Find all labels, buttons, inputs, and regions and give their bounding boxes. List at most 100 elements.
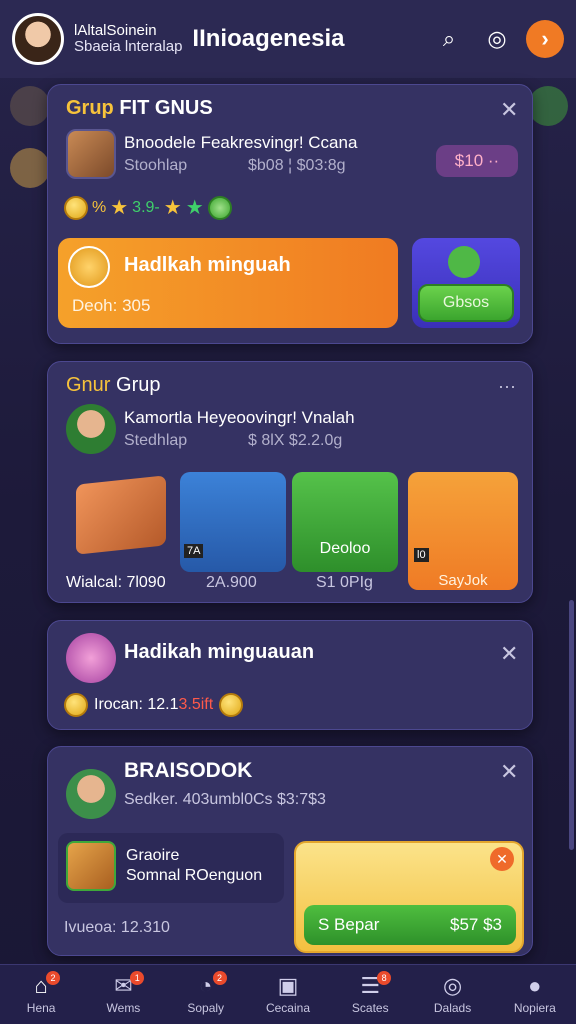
rating-value: 3.9- — [132, 198, 160, 216]
gift-icon — [66, 633, 116, 683]
rating-row: % ★ 3.9- ★ ★ — [64, 195, 232, 220]
background-avatar — [10, 86, 50, 126]
user-subtitle: Sbaeia lnteralap — [74, 38, 183, 55]
profile-icon: ● — [528, 973, 542, 998]
close-icon[interactable]: ✕ — [500, 97, 518, 123]
amount-row: Irocan: 12.1 3.5ift — [64, 693, 244, 717]
item-thumbnail — [66, 129, 116, 179]
wallet-icon: ▣ — [277, 973, 299, 998]
price-pill[interactable]: $10 ·· — [436, 145, 518, 177]
card-title-accent: Gnur — [66, 374, 111, 396]
card-title: BRAISODOK — [124, 759, 253, 782]
buy-button-label: S Bepar — [318, 915, 380, 934]
bundle-panel[interactable]: Graoire Somnal ROenguon — [58, 833, 284, 903]
nav-label: Sopaly — [187, 1001, 225, 1015]
app-title: IInioagenesia — [192, 25, 345, 52]
shop-tile[interactable]: 7A — [180, 472, 286, 572]
nav-label: Dalads — [433, 1001, 472, 1015]
tile-label: S1 0PIg — [316, 574, 373, 591]
chat-icon: ✉ — [114, 973, 133, 998]
cash-icon — [207, 195, 232, 220]
coin-stack-icon — [68, 246, 110, 288]
claim-button[interactable]: Gbsos — [418, 284, 514, 322]
tile-label: Wialcal: 7l090 — [66, 574, 166, 591]
item-price: $b08 ¦ $03:8g — [248, 157, 346, 174]
document-tile[interactable]: Deoloo — [292, 472, 398, 572]
claim-panel: Gbsos — [412, 238, 520, 328]
offer-title: Hadlkah minguah — [124, 254, 291, 276]
price-line: Ivueoa: 12.310 — [64, 919, 170, 936]
bricks-icon — [76, 475, 166, 555]
tile-label: 2A.900 — [206, 574, 257, 591]
nav-label: Cecaina — [265, 1001, 310, 1015]
scrollbar[interactable] — [569, 600, 574, 850]
more-icon[interactable]: ··· — [498, 376, 516, 397]
nav-label: Nopiera — [513, 1001, 556, 1015]
nav-item-explore[interactable]: ◎ Dalads — [411, 965, 493, 1024]
creature-icon — [448, 246, 480, 278]
bricks-icon — [66, 841, 116, 891]
tile-inner-label: Deoloo — [319, 540, 371, 557]
search-icon[interactable]: ⌕ — [430, 20, 468, 58]
card-title-accent: Grup — [66, 97, 114, 119]
avatar[interactable] — [12, 13, 64, 65]
card-title-main: Grup — [116, 374, 161, 396]
star-icon: ★ — [185, 197, 204, 219]
group-card-4: BRAISODOK ✕ Sedker. 403umbl0Cs $3:7$3 Gr… — [47, 746, 533, 956]
nav-item-profile[interactable]: ● Nopiera — [494, 965, 576, 1024]
close-icon[interactable]: ✕ — [500, 759, 518, 785]
forward-icon[interactable]: › — [526, 20, 564, 58]
compass-icon: ◎ — [442, 973, 463, 998]
item-title: Bnoodele Feakresvingr! Ccana — [124, 133, 358, 152]
nav-item-spin[interactable]: 2 ◔ Sopaly — [165, 965, 247, 1024]
amount-highlight: 3.5ift — [178, 696, 214, 713]
rating-prefix: % — [92, 198, 107, 216]
player-avatar — [66, 769, 116, 819]
background-avatar — [10, 148, 50, 188]
chat-icon[interactable]: ◎ — [478, 20, 516, 58]
nav-label: Scates — [351, 1001, 389, 1015]
tile-badge: 7A — [184, 544, 204, 558]
coin-icon — [64, 195, 88, 220]
offer-sub: Deoh: 305 — [72, 296, 151, 315]
top-header: lAltalSoinein Sbaeia lnteralap IInioagen… — [0, 0, 576, 78]
item-subtitle: Stoohlap — [124, 157, 188, 174]
card-title-main: FIT GNUS — [119, 97, 213, 119]
user-info: lAltalSoinein Sbaeia lnteralap — [74, 23, 182, 55]
close-icon[interactable]: ✕ — [500, 641, 518, 667]
nav-label: Wems — [106, 1001, 141, 1015]
card-subtitle: Sedker. 403umbl0Cs $3:7$3 — [124, 791, 326, 808]
card-title: Grup FIT GNUS — [66, 97, 213, 120]
nav-label: Hena — [26, 1001, 56, 1015]
nav-item-home[interactable]: 2 ⌂ Hena — [0, 965, 82, 1024]
card-title: Hadikah minguauan — [124, 641, 315, 663]
bundle-title: Graoire — [126, 847, 180, 864]
nav-item-wallet[interactable]: ▣ Cecaina — [247, 965, 329, 1024]
group-card-1: Grup FIT GNUS ✕ Bnoodele Feakresvingr! C… — [47, 84, 533, 344]
amount-label: Irocan: 12.1 — [94, 696, 179, 713]
bottom-nav: 2 ⌂ Hena 1 ✉ Wems 2 ◔ Sopaly ▣ Cecaina 8… — [0, 964, 576, 1024]
card-title: Gnur Grup — [66, 374, 161, 397]
cash-tile[interactable]: l0 SayJok — [408, 472, 518, 590]
coin-icon — [219, 693, 244, 717]
notification-badge: 2 — [46, 971, 60, 985]
nav-item-messages[interactable]: 1 ✉ Wems — [82, 965, 164, 1024]
user-name: lAltalSoinein — [74, 22, 157, 39]
nav-item-list[interactable]: 8 ☰ Scates — [329, 965, 411, 1024]
star-icon: ★ — [163, 197, 182, 219]
list-icon: ☰ — [360, 973, 381, 998]
item-avatar — [66, 404, 116, 454]
item-price: $ 8lX $2.2.0g — [248, 432, 343, 449]
tile-label: SayJok — [438, 572, 488, 589]
group-card-2: Gnur Grup ··· Kamortla Heyeoovingr! Vnal… — [47, 361, 533, 603]
close-icon[interactable]: ✕ — [490, 847, 514, 871]
tile-badge: l0 — [414, 548, 429, 562]
offer-panel: ✕ S Bepar $57 $3 — [294, 841, 524, 953]
item-title: Kamortla Heyeoovingr! Vnalah — [124, 408, 355, 427]
spin-icon: ◔ — [199, 973, 213, 998]
offer-banner[interactable]: Hadlkah minguah Deoh: 305 — [58, 238, 398, 328]
buy-button[interactable]: S Bepar $57 $3 — [304, 905, 516, 945]
header-actions: ⌕ ◎ › — [430, 20, 564, 58]
item-subtitle: Stedhlap — [124, 432, 188, 449]
notification-badge: 2 — [212, 971, 227, 985]
